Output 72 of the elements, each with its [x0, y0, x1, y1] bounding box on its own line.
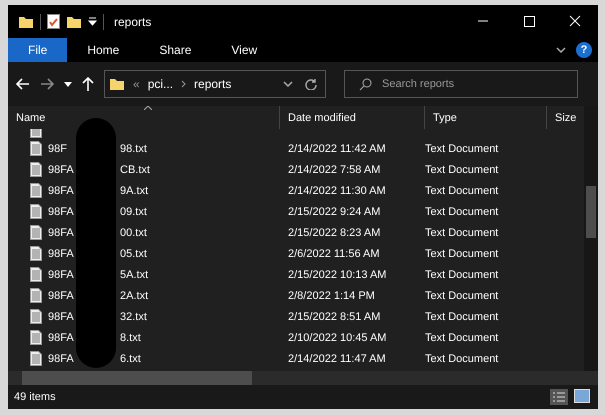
file-name[interactable]: 98FA 6.txt: [48, 352, 141, 364]
file-name[interactable]: 98FA 5A.txt: [48, 268, 148, 280]
sort-caret-icon: [144, 106, 152, 110]
folder-icon: [109, 76, 125, 92]
text-file-icon: [30, 183, 42, 198]
column-header[interactable]: Size: [547, 106, 584, 129]
type-cell: Text Document: [425, 268, 498, 280]
ribbon-tab[interactable]: Home: [67, 38, 140, 62]
search-field[interactable]: Search reports: [344, 70, 578, 98]
type-cell: Text Document: [425, 290, 498, 302]
customize-toolbar-icon[interactable]: [88, 17, 97, 26]
type-cell: Text Document: [425, 142, 498, 154]
ribbon-tab[interactable]: View: [211, 38, 278, 62]
text-file-icon: [30, 162, 42, 177]
caret-icon[interactable]: [64, 82, 72, 86]
properties-icon[interactable]: [47, 14, 60, 29]
date-cell-text: 2/15/2022 8:23 AM: [287, 226, 382, 238]
file-name[interactable]: 98FA 32.txt: [48, 310, 147, 322]
refresh-icon[interactable]: [305, 78, 317, 90]
text-file-icon: [30, 225, 42, 240]
file-name[interactable]: 98FA 2A.txt: [48, 290, 148, 302]
type-cell: Text Document: [425, 310, 498, 322]
date-cell-text: 2/6/2022 11:56 AM: [287, 248, 381, 260]
file-name[interactable]: 98FA 09.txt: [48, 206, 147, 218]
date-cell-text: 2/8/2022 1:14 PM: [287, 290, 376, 302]
column-header[interactable]: Type: [425, 106, 547, 129]
type-cell: Text Document: [425, 332, 498, 344]
text-file-icon: [30, 267, 42, 282]
file-name[interactable]: 98FA 00.txt: [48, 226, 147, 238]
help-button[interactable]: ?: [576, 42, 592, 58]
file-name[interactable]: 98F 98.txt: [48, 142, 147, 154]
type-cell: Text Document: [425, 206, 498, 218]
text-file-icon: [30, 141, 42, 156]
type-cell: Text Document: [425, 164, 498, 176]
text-file-icon: [30, 309, 42, 324]
ribbon-tab[interactable]: Share: [139, 38, 212, 62]
date-cell-text: 2/15/2022 10:13 AM: [287, 268, 388, 280]
text-file-icon: [30, 204, 42, 219]
text-file-icon: [30, 288, 42, 303]
item-count: 49 items: [14, 391, 56, 403]
date-cell-text: 2/15/2022 8:51 AM: [287, 310, 382, 322]
date-cell-text: 2/14/2022 11:42 AM: [287, 142, 387, 154]
details-view-icon[interactable]: [550, 389, 568, 405]
date-cell-text: 2/14/2022 7:58 AM: [287, 164, 382, 176]
date-cell-text: 2/15/2022 9:24 AM: [287, 206, 382, 218]
search-icon: [359, 78, 372, 90]
up-arrow-icon[interactable]: [82, 77, 94, 91]
chevron-down-icon[interactable]: [283, 81, 293, 87]
type-cell: Text Document: [425, 248, 498, 260]
forward-arrow-icon[interactable]: [40, 78, 54, 90]
back-arrow-icon[interactable]: [16, 78, 30, 90]
ribbon-tab[interactable]: File: [8, 38, 68, 62]
address-bar[interactable]: « pci... reports: [104, 70, 326, 98]
column-header[interactable]: Date modified: [280, 106, 425, 129]
vertical-scrollbar[interactable]: [584, 106, 598, 371]
type-cell: Text Document: [425, 226, 498, 238]
date-cell-text: 2/14/2022 11:47 AM: [287, 352, 387, 364]
date-cell-text: 2/10/2022 10:45 AM: [287, 332, 388, 344]
text-file-icon: [30, 330, 42, 345]
file-name[interactable]: 98FA 05.txt: [48, 248, 147, 260]
type-cell: Text Document: [425, 352, 498, 364]
chevron-down-icon[interactable]: [556, 47, 566, 53]
horizontal-scrollbar[interactable]: [8, 371, 598, 385]
text-file-icon: [30, 351, 42, 366]
file-name[interactable]: 98FA CB.txt: [48, 164, 150, 176]
file-name[interactable]: 98FA 9A.txt: [48, 184, 148, 196]
date-cell-text: 2/14/2022 11:30 AM: [287, 184, 387, 196]
text-file-icon: [30, 246, 42, 261]
chevron-right-icon: [181, 80, 186, 88]
file-name[interactable]: 98FA 8.txt: [48, 332, 141, 344]
type-cell: Text Document: [425, 184, 498, 196]
window-title: reports: [114, 14, 152, 28]
